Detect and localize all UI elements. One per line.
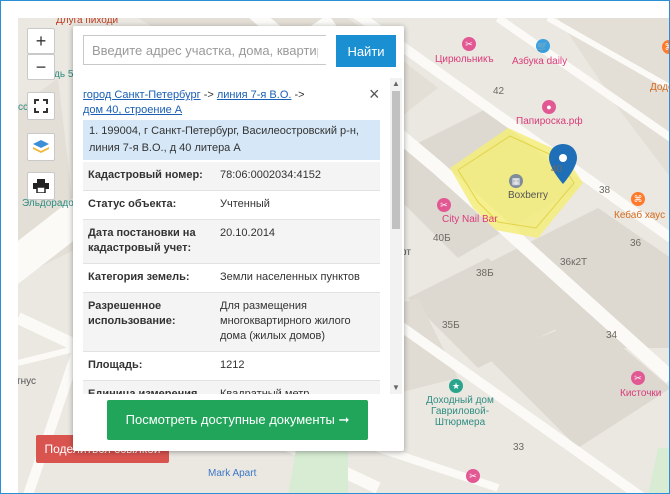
print-button[interactable] <box>27 172 55 200</box>
map-label: Цирюльникъ <box>435 54 494 65</box>
map-label: Додо <box>650 82 669 93</box>
close-icon[interactable]: × <box>369 84 380 105</box>
property-key: Категория земель: <box>83 263 215 293</box>
property-value: 20.10.2014 <box>215 219 380 264</box>
breadcrumb-street-link[interactable]: линия 7-я В.О. <box>217 89 292 101</box>
scroll-down-icon[interactable]: ▼ <box>390 382 402 394</box>
map-label: Mark Apart <box>208 468 257 479</box>
map-label: Длуга пиходи <box>56 18 119 26</box>
fullscreen-button[interactable] <box>27 92 55 120</box>
house-number: 42 <box>493 86 505 97</box>
poi-icon: ✂ <box>437 198 451 212</box>
breadcrumb-house-link[interactable]: дом 40, строение А <box>83 104 182 116</box>
map-label: Кисточки <box>620 388 662 399</box>
scroll-up-icon[interactable]: ▲ <box>390 78 402 90</box>
house-number: 38 <box>599 185 611 196</box>
fullscreen-icon <box>34 99 48 113</box>
map-label: Кебаб хаус <box>614 210 666 221</box>
poi-icon: ⌘ <box>662 40 669 54</box>
house-number: 34 <box>606 330 618 341</box>
house-number: 40Б <box>433 233 451 244</box>
property-key: Кадастровый номер: <box>83 162 215 191</box>
poi-icon: ▦ <box>509 174 523 188</box>
property-key: Статус объекта: <box>83 190 215 220</box>
map-label: Доходный дом Гавриловой-Штюрмера <box>426 395 494 428</box>
parcel-details[interactable]: город Санкт-Петербург -> линия 7-я В.О. … <box>81 78 393 394</box>
poi-icon: ★ <box>449 379 463 393</box>
scrollbar-thumb[interactable] <box>392 91 400 229</box>
house-number: 33 <box>513 442 525 453</box>
layers-button[interactable] <box>27 133 55 161</box>
map-label: Папироска.рф <box>516 116 583 127</box>
breadcrumb-separator: -> <box>291 89 305 101</box>
property-value: Учтенный <box>215 190 380 220</box>
view-documents-button[interactable]: Посмотреть доступные документы ➞ <box>107 400 368 440</box>
table-row: Статус объекта: Учтенный <box>83 190 380 220</box>
table-row: Категория земель: Земли населенных пункто… <box>83 263 380 293</box>
house-number: 40 <box>551 164 563 175</box>
poi-icon: ✂ <box>631 371 645 385</box>
table-row: Разрешенное использование: Для размещения… <box>83 292 380 352</box>
layers-icon <box>33 140 49 153</box>
poi-icon: ✂ <box>466 469 480 483</box>
map-label: Азбука daily <box>512 56 568 67</box>
map-label: Boxberry <box>508 190 549 201</box>
property-value: 78:06:0002034:4152 <box>215 162 380 191</box>
parcel-info-popup: Найти город Санкт-Петербург -> линия 7-я… <box>73 26 404 451</box>
address-search: Найти <box>83 35 397 67</box>
table-row: Площадь: 1212 <box>83 351 380 381</box>
address-result[interactable]: 1. 199004, г Санкт-Петербург, Василеостр… <box>83 120 380 160</box>
poi-icon: 🛒 <box>536 39 550 53</box>
property-value: 1212 <box>215 351 380 381</box>
zoom-in-button[interactable]: + <box>27 28 55 54</box>
property-value: Земли населенных пунктов <box>215 263 380 293</box>
poi-icon: ⌘ <box>631 192 645 206</box>
house-number: 35Б <box>442 320 460 331</box>
table-row: Единица измерения Квадратный метр <box>83 380 380 394</box>
house-number: 38Б <box>476 268 494 279</box>
poi-icon: ✂ <box>462 37 476 51</box>
scrollbar[interactable]: ▲ ▼ <box>390 78 402 394</box>
property-key: Разрешенное использование: <box>83 292 215 352</box>
address-search-input[interactable] <box>83 35 326 65</box>
printer-icon <box>33 179 49 194</box>
breadcrumb-city-link[interactable]: город Санкт-Петербург <box>83 89 201 101</box>
property-key: Дата постановки на кадастровый учет: <box>83 219 215 264</box>
poi-icon: ● <box>542 100 556 114</box>
map-label: дь 5 <box>54 69 74 80</box>
table-row: Кадастровый номер: 78:06:0002034:4152 <box>83 162 380 191</box>
property-key: Площадь: <box>83 351 215 381</box>
house-number: 36к2Т <box>560 257 588 268</box>
table-row: Дата постановки на кадастровый учет: 20.1… <box>83 219 380 264</box>
map-label: тнус <box>18 376 36 387</box>
property-key: Единица измерения <box>83 380 215 394</box>
breadcrumb-separator: -> <box>200 89 217 101</box>
search-button[interactable]: Найти <box>336 35 396 67</box>
zoom-out-button[interactable]: − <box>27 54 55 80</box>
property-value: Квадратный метр <box>215 380 380 394</box>
property-value: Для размещения многоквартирного жилого д… <box>215 292 380 352</box>
map-label: City Nail Bar <box>442 214 498 225</box>
breadcrumb: город Санкт-Петербург -> линия 7-я В.О. … <box>83 88 368 118</box>
properties-table: Кадастровый номер: 78:06:0002034:4152 Ста… <box>83 162 380 394</box>
house-number: 36 <box>630 238 642 249</box>
